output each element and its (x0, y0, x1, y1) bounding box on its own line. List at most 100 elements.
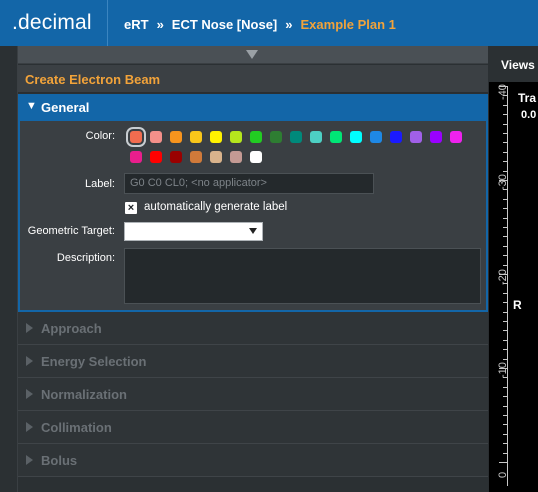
collapsed-triangle-icon (26, 323, 33, 333)
ruler-tick (503, 302, 507, 304)
ruler-tick (503, 161, 507, 163)
color-swatch[interactable] (170, 151, 182, 163)
section-title-energy-selection: Energy Selection (41, 354, 147, 369)
color-swatch[interactable] (450, 131, 462, 143)
ruler-tick (503, 433, 507, 435)
collapsed-triangle-icon (26, 422, 33, 432)
ruler-tick (503, 292, 507, 294)
view-overlay-value: 0.0 (521, 109, 537, 121)
section-title-approach: Approach (41, 321, 102, 336)
color-swatch[interactable] (230, 151, 242, 163)
color-swatch[interactable] (430, 131, 442, 143)
breadcrumb-item-plan[interactable]: Example Plan 1 (301, 17, 396, 32)
ruler-tick (503, 227, 507, 228)
breadcrumb-separator: » (285, 17, 293, 32)
ruler-label: 0 (497, 471, 509, 478)
color-swatch[interactable] (126, 127, 146, 147)
label-input[interactable]: G0 C0 CL0; <no applicator> (124, 173, 374, 194)
ruler-tick (503, 151, 507, 153)
geometric-target-select[interactable] (124, 222, 263, 241)
color-swatch[interactable] (310, 131, 322, 143)
ruler-tick (499, 462, 507, 463)
section-header-approach[interactable]: Approach (18, 312, 488, 345)
auto-label-checkbox[interactable]: × (125, 202, 137, 214)
ruler-tick (503, 104, 507, 106)
ruler-tick (503, 114, 507, 116)
views-tab-label: Views (501, 58, 535, 72)
color-swatch[interactable] (190, 131, 202, 143)
ruler-tick (503, 264, 507, 266)
color-swatch[interactable] (130, 151, 142, 163)
ruler-tick (503, 123, 507, 125)
ruler-tick (503, 452, 507, 454)
ruler-tick (503, 349, 507, 351)
ruler-tick (503, 208, 507, 210)
color-swatch[interactable] (410, 131, 422, 143)
breadcrumb: eRT » ECT Nose [Nose] » Example Plan 1 (124, 17, 396, 32)
collapsed-triangle-icon (26, 455, 33, 465)
color-label: Color: (85, 130, 115, 142)
orientation-label: R (513, 298, 522, 312)
header-divider (107, 0, 108, 46)
brand-logo[interactable]: .decimal (12, 11, 92, 35)
ruler-tick (503, 170, 507, 172)
color-swatch[interactable] (330, 131, 342, 143)
view-overlay-title: Tra (518, 91, 537, 105)
ruler-tick (503, 321, 507, 322)
ruler-tick (503, 443, 507, 445)
chevron-down-icon (249, 228, 257, 234)
ruler-tick (503, 330, 507, 332)
color-swatch[interactable] (350, 131, 362, 143)
auto-label-text: automatically generate label (144, 201, 288, 213)
ruler-tick (503, 358, 507, 360)
color-swatch[interactable] (270, 131, 282, 143)
ruler-tick (503, 386, 507, 388)
views-tab[interactable]: Views (488, 46, 538, 82)
color-swatch[interactable] (290, 131, 302, 143)
ruler-tick (503, 396, 507, 398)
description-label: Description: (56, 252, 115, 264)
ruler-tick (503, 198, 507, 200)
ruler-tick (503, 133, 507, 134)
ruler-tick (503, 311, 507, 313)
section-header-general[interactable]: ▼ General (18, 94, 488, 121)
breadcrumb-item-case[interactable]: ECT Nose [Nose] (172, 17, 277, 32)
section-header-collimation[interactable]: Collimation (18, 411, 488, 444)
ruler-label: -30 (497, 174, 509, 190)
description-textarea[interactable] (124, 248, 481, 304)
panel-title-bar: Create Electron Beam (18, 65, 488, 93)
color-swatch[interactable] (170, 131, 182, 143)
section-header-bolus[interactable]: Bolus (18, 444, 488, 477)
breadcrumb-item-ert[interactable]: eRT (124, 17, 149, 32)
color-swatch[interactable] (250, 151, 262, 163)
section-header-normalization[interactable]: Normalization (18, 378, 488, 411)
section-title-collimation: Collimation (41, 420, 112, 435)
color-swatch[interactable] (210, 131, 222, 143)
panel-title: Create Electron Beam (25, 72, 161, 87)
ruler-tick (503, 415, 507, 416)
ruler-tick (503, 142, 507, 144)
ruler-label: -40 (497, 84, 509, 100)
collapsed-triangle-icon (26, 389, 33, 399)
ruler-label: -20 (497, 269, 509, 285)
section-header-energy-selection[interactable]: Energy Selection (18, 345, 488, 378)
ruler-tick (503, 405, 507, 407)
ruler-tick (503, 217, 507, 219)
color-swatch[interactable] (210, 151, 222, 163)
section-title-general: General (41, 100, 90, 115)
label-field-label: Label: (85, 178, 115, 190)
color-swatch[interactable] (250, 131, 262, 143)
color-swatch[interactable] (150, 151, 162, 163)
collapse-toggle[interactable] (18, 46, 488, 64)
color-swatch[interactable] (230, 131, 242, 143)
color-swatch[interactable] (390, 131, 402, 143)
section-title-normalization: Normalization (41, 387, 127, 402)
color-swatch[interactable] (190, 151, 202, 163)
color-swatch[interactable] (150, 131, 162, 143)
color-swatch[interactable] (370, 131, 382, 143)
collapsed-triangle-icon (26, 356, 33, 366)
expanded-triangle-icon: ▼ (26, 100, 37, 112)
ruler-tick (503, 339, 507, 341)
ruler-tick (503, 236, 507, 238)
ruler-tick (503, 255, 507, 257)
